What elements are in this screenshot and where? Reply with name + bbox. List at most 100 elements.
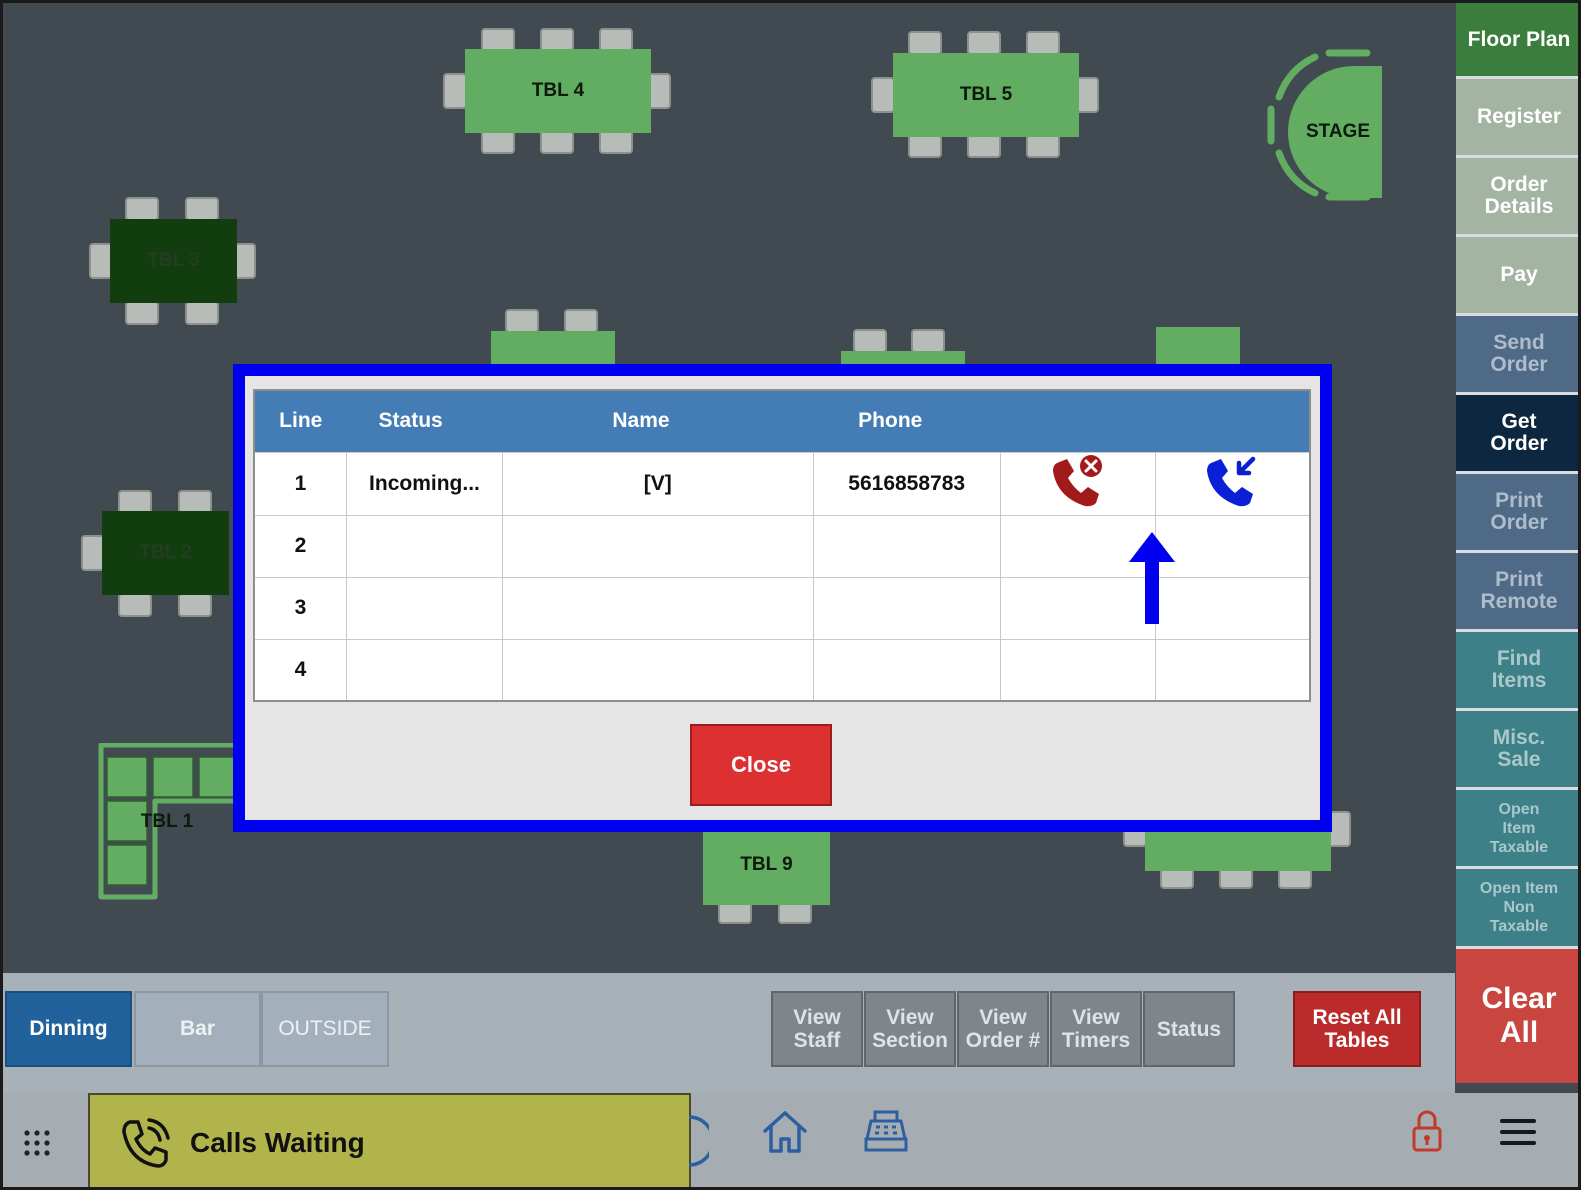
tab-dinning-label: Dinning	[29, 1017, 108, 1040]
pos-screen: TBL 4 TBL 5 STAGE TBL 3 TBL 2 TBL 1 TBL …	[0, 0, 1581, 1190]
name-cell: [V]	[501, 451, 814, 516]
chair	[1026, 31, 1060, 55]
decline-call-icon[interactable]	[1049, 453, 1107, 509]
status-cell	[346, 576, 503, 640]
view-order-number-label: View Order #	[965, 1006, 1041, 1052]
clear-all-label: Clear All	[1481, 982, 1557, 1049]
floor-plan-label: Floor Plan	[1467, 27, 1571, 51]
floor-plan-button[interactable]: Floor Plan	[1456, 3, 1578, 79]
close-button-label: Close	[731, 752, 791, 777]
open-item-non-taxable-button[interactable]: Open Item Non Taxable	[1456, 869, 1578, 949]
chair	[505, 309, 539, 333]
print-order-label: Print Order	[1490, 489, 1548, 534]
table-label: TBL 1	[140, 811, 194, 832]
table-tbl5[interactable]: TBL 5	[893, 53, 1079, 137]
area-tab-bar: Dinning Bar OUTSIDE View Staff View Sect…	[3, 973, 1455, 1093]
table-row[interactable]: 4	[253, 638, 1311, 702]
clear-all-button[interactable]: Clear All	[1456, 949, 1578, 1083]
table-tbl3[interactable]: TBL 3	[110, 219, 237, 303]
status-cell	[346, 638, 503, 702]
chair	[118, 593, 152, 617]
chair	[967, 31, 1001, 55]
chair	[967, 134, 1001, 158]
register-label: Register	[1476, 105, 1562, 128]
view-timers-label: View Timers	[1061, 1006, 1131, 1052]
phone-cell	[812, 638, 1001, 702]
table-label: TBL 5	[959, 84, 1013, 105]
view-order-number-button[interactable]: View Order #	[957, 991, 1049, 1067]
pay-button[interactable]: Pay	[1456, 237, 1578, 316]
chair	[540, 130, 574, 154]
register-button[interactable]: Register	[1456, 79, 1578, 158]
decline-call-cell	[999, 638, 1156, 702]
calls-waiting-label: Calls Waiting	[190, 1127, 365, 1158]
reset-all-tables-button[interactable]: Reset All Tables	[1293, 991, 1421, 1067]
name-cell	[501, 576, 814, 640]
order-details-label: Order Details	[1484, 173, 1554, 218]
misc-sale-label: Misc. Sale	[1492, 726, 1546, 771]
chair	[481, 130, 515, 154]
table-label: TBL 3	[147, 250, 200, 271]
chair	[908, 31, 942, 55]
column-header-answer	[1155, 390, 1310, 452]
open-item-taxable-button[interactable]: Open Item Taxable	[1456, 790, 1578, 869]
send-order-button[interactable]: Send Order	[1456, 316, 1578, 395]
tab-outside-label: OUTSIDE	[278, 1017, 372, 1040]
view-staff-label: View Staff	[793, 1006, 841, 1052]
column-header-name: Name	[502, 390, 814, 452]
table-tbl4[interactable]: TBL 4	[465, 49, 651, 133]
get-order-button[interactable]: Get Order	[1456, 395, 1578, 474]
table-label: TBL 9	[740, 854, 793, 875]
tab-dinning[interactable]: Dinning	[5, 991, 132, 1067]
chair	[185, 301, 219, 325]
pointer-arrow-icon	[1129, 532, 1175, 624]
table-tbl2[interactable]: TBL 2	[102, 511, 229, 595]
view-section-button[interactable]: View Section	[864, 991, 956, 1067]
answer-call-cell	[1154, 451, 1311, 516]
table-row[interactable]: 1 Incoming... [V] 5616858783	[253, 451, 1311, 516]
calls-waiting-button[interactable]: Calls Waiting	[88, 1093, 691, 1187]
chair	[178, 593, 212, 617]
find-items-button[interactable]: Find Items	[1456, 632, 1578, 711]
chair	[443, 73, 467, 109]
phone-cell: 5616858783	[812, 451, 1001, 516]
table-tbl1[interactable]: TBL 1	[131, 809, 203, 835]
status-button[interactable]: Status	[1143, 991, 1235, 1067]
tab-bar[interactable]: Bar	[134, 991, 261, 1067]
tab-bar-label: Bar	[179, 1017, 216, 1040]
tab-outside[interactable]: OUTSIDE	[261, 991, 389, 1067]
chair	[911, 329, 945, 353]
stage-rails	[1267, 49, 1371, 201]
view-timers-button[interactable]: View Timers	[1050, 991, 1142, 1067]
phone-ringing-icon	[122, 1118, 170, 1168]
name-cell	[501, 638, 814, 702]
order-details-button[interactable]: Order Details	[1456, 158, 1578, 237]
view-staff-button[interactable]: View Staff	[771, 991, 863, 1067]
home-icon[interactable]	[761, 1109, 809, 1155]
close-button[interactable]: Close	[690, 724, 832, 806]
view-section-label: View Section	[872, 1006, 948, 1052]
print-remote-label: Print Remote	[1480, 568, 1558, 613]
apps-grid-icon[interactable]	[23, 1129, 53, 1159]
column-header-status: Status	[346, 390, 503, 452]
footer-bar: Calls Waiting	[3, 1093, 1578, 1187]
phone-cell	[812, 514, 1001, 578]
chair	[185, 197, 219, 221]
cash-register-icon[interactable]	[863, 1109, 909, 1153]
chair	[599, 130, 633, 154]
answer-call-icon[interactable]	[1203, 453, 1261, 509]
open-item-non-taxable-label: Open Item Non Taxable	[1479, 880, 1559, 935]
clock-icon[interactable]	[673, 1113, 709, 1169]
table-tbl9[interactable]: TBL 9	[703, 821, 830, 905]
lock-icon[interactable]	[1411, 1108, 1443, 1154]
reset-all-tables-label: Reset All Tables	[1312, 1006, 1402, 1052]
chair	[125, 301, 159, 325]
sidebar: Floor Plan Register Order Details Pay Se…	[1455, 3, 1578, 1093]
status-cell: Incoming...	[346, 451, 503, 516]
table-label: TBL 4	[531, 80, 585, 101]
pay-label: Pay	[1500, 263, 1538, 286]
misc-sale-button[interactable]: Misc. Sale	[1456, 711, 1578, 790]
print-remote-button[interactable]: Print Remote	[1456, 553, 1578, 632]
menu-icon[interactable]	[1499, 1117, 1537, 1147]
print-order-button[interactable]: Print Order	[1456, 474, 1578, 553]
